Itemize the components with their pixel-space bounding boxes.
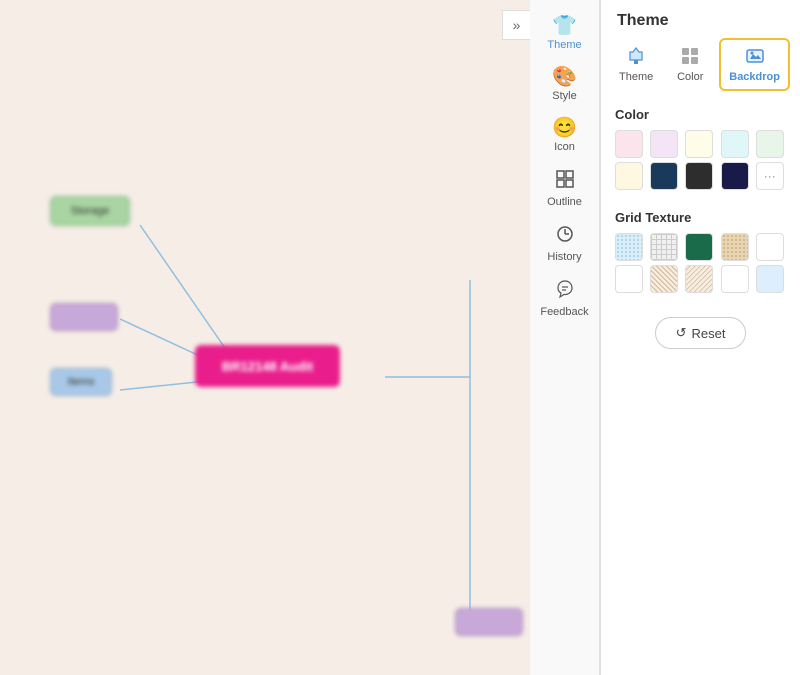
sidebar-icon-label: Icon <box>554 141 575 153</box>
node-unknown1 <box>50 303 118 331</box>
panel-title: Theme <box>601 0 800 38</box>
icon-icon: 😊 <box>552 118 577 138</box>
texture-diagonal[interactable] <box>650 265 678 293</box>
tab-backdrop[interactable]: Backdrop <box>719 38 790 91</box>
grid-texture-title: Grid Texture <box>615 210 786 225</box>
sidebar-history-label: History <box>547 251 581 263</box>
color-swatch-cyan[interactable] <box>721 130 749 158</box>
sidebar-item-theme[interactable]: 👕 Theme <box>530 8 599 59</box>
feedback-icon <box>555 279 575 303</box>
sidebar-item-style[interactable]: 🎨 Style <box>530 59 599 110</box>
collapse-button[interactable]: » <box>502 10 530 40</box>
sidebar-outline-label: Outline <box>547 196 582 208</box>
sidebar-theme-label: Theme <box>547 39 581 51</box>
tab-color-label: Color <box>677 71 703 83</box>
tab-color-icon <box>680 46 700 69</box>
tab-backdrop-icon <box>745 46 765 69</box>
texture-white[interactable] <box>756 233 784 261</box>
node-items: Items <box>50 368 112 396</box>
tab-backdrop-label: Backdrop <box>729 71 780 83</box>
color-swatch-yellow[interactable] <box>685 130 713 158</box>
color-swatch-cream[interactable] <box>615 162 643 190</box>
mindmap-connections <box>0 0 530 675</box>
texture-diagonal2[interactable] <box>685 265 713 293</box>
texture-grid-light[interactable] <box>650 233 678 261</box>
color-swatch-more[interactable]: ··· <box>756 162 784 190</box>
canvas: Storage Items BR12148 Audit » <box>0 0 530 675</box>
sidebar-feedback-label: Feedback <box>540 306 588 318</box>
tab-theme-icon <box>626 46 646 69</box>
chevron-right-icon: » <box>513 17 521 33</box>
theme-icon: 👕 <box>552 16 577 36</box>
reset-icon: ↺ <box>676 325 687 341</box>
color-section: Color ··· <box>601 99 800 202</box>
texture-solid-green[interactable] <box>685 233 713 261</box>
texture-row1 <box>615 233 786 261</box>
history-icon <box>555 224 575 248</box>
tab-color[interactable]: Color <box>665 40 715 89</box>
reset-button[interactable]: ↺ Reset <box>655 317 747 349</box>
texture-row2 <box>615 265 786 293</box>
panel-tabs: Theme Color Bac <box>601 38 800 99</box>
color-swatch-lavender[interactable] <box>650 130 678 158</box>
color-swatch-pink[interactable] <box>615 130 643 158</box>
texture-light-blue[interactable] <box>756 265 784 293</box>
sidebar-item-feedback[interactable]: Feedback <box>530 271 599 326</box>
node-center: BR12148 Audit <box>195 345 340 387</box>
sidebar-style-label: Style <box>552 90 576 102</box>
left-sidebar: 👕 Theme 🎨 Style 😊 Icon Outline His <box>530 0 600 675</box>
color-swatch-darknavy[interactable] <box>721 162 749 190</box>
reset-label: Reset <box>691 326 725 341</box>
right-panel: Theme Theme Color <box>600 0 800 675</box>
tab-theme[interactable]: Theme <box>611 40 661 89</box>
color-swatches-row1 <box>615 130 786 158</box>
node-storage: Storage <box>50 196 130 226</box>
color-swatches-row2: ··· <box>615 162 786 190</box>
color-swatch-mint[interactable] <box>756 130 784 158</box>
color-swatch-darkgray[interactable] <box>685 162 713 190</box>
node-bottom-right <box>455 608 523 636</box>
color-section-title: Color <box>615 107 786 122</box>
sidebar-item-history[interactable]: History <box>530 216 599 271</box>
texture-blank-white[interactable] <box>615 265 643 293</box>
grid-texture-section: Grid Texture <box>601 202 800 305</box>
texture-tan[interactable] <box>721 233 749 261</box>
texture-dots[interactable] <box>615 233 643 261</box>
sidebar-item-icon[interactable]: 😊 Icon <box>530 110 599 161</box>
style-icon: 🎨 <box>552 67 577 87</box>
outline-icon <box>555 169 575 193</box>
color-swatch-darkblue[interactable] <box>650 162 678 190</box>
sidebar-item-outline[interactable]: Outline <box>530 161 599 216</box>
texture-white2[interactable] <box>721 265 749 293</box>
tab-theme-label: Theme <box>619 71 653 83</box>
